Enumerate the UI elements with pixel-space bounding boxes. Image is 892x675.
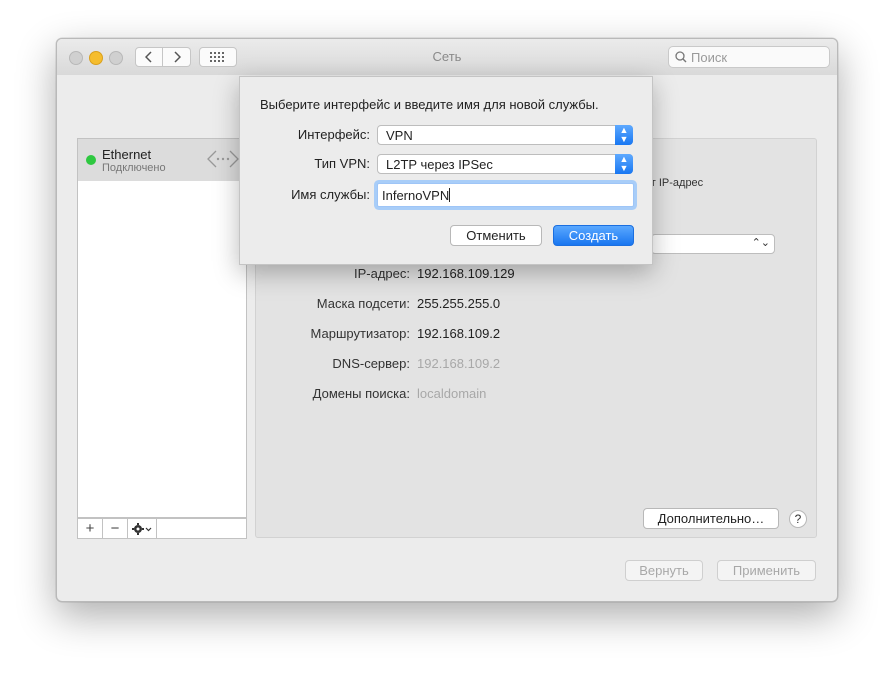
status-dot xyxy=(86,155,96,165)
revert-button[interactable]: Вернуть xyxy=(625,560,703,581)
router-row: Маршрутизатор: 192.168.109.2 xyxy=(256,326,816,344)
interface-label: Интерфейс: xyxy=(297,127,370,142)
search-domains-label: Домены поиска: xyxy=(312,386,410,401)
configure-ipv4-select[interactable]: ⌃⌄ xyxy=(651,234,775,254)
search-domains-row: Домены поиска: localdomain xyxy=(256,386,816,404)
ip-address-value: 192.168.109.129 xyxy=(417,266,515,281)
cancel-button[interactable]: Отменить xyxy=(450,225,542,246)
apply-button[interactable]: Применить xyxy=(717,560,816,581)
new-service-sheet: Выберите интерфейс и введите имя для нов… xyxy=(239,76,653,265)
configuration-hint: ет IP-адрес xyxy=(645,177,704,189)
search-placeholder: Поиск xyxy=(691,49,728,65)
title-bar: Сеть Поиск xyxy=(57,39,837,75)
advanced-button[interactable]: Дополнительно… xyxy=(643,508,779,529)
interface-popup[interactable]: VPN ▲ ▼ xyxy=(377,125,633,145)
service-name-value: InfernoVPN xyxy=(382,188,450,203)
sheet-prompt: Выберите интерфейс и введите имя для нов… xyxy=(260,97,599,112)
search-domains-value: localdomain xyxy=(417,386,487,401)
service-list: Ethernet Подключено xyxy=(77,138,247,518)
service-status: Подключено xyxy=(102,162,166,174)
updown-chevron-icon: ▲ ▼ xyxy=(615,125,633,145)
service-name-field[interactable]: InfernoVPN xyxy=(377,183,634,207)
subnet-mask-row: Маска подсети: 255.255.255.0 xyxy=(256,296,816,314)
service-list-toolbar: + − xyxy=(77,518,247,539)
updown-chevron-icon: ▲ ▼ xyxy=(615,154,633,174)
add-service-button[interactable]: + xyxy=(78,519,103,538)
help-button[interactable]: ? xyxy=(789,510,807,528)
service-item-ethernet[interactable]: Ethernet Подключено xyxy=(78,139,246,181)
updown-chevron-icon: ⌃⌄ xyxy=(751,237,770,249)
remove-service-button[interactable]: − xyxy=(103,519,128,538)
subnet-mask-value: 255.255.255.0 xyxy=(417,296,501,311)
dns-server-row: DNS-сервер: 192.168.109.2 xyxy=(256,356,816,374)
search-icon xyxy=(675,51,687,63)
dns-server-value: 192.168.109.2 xyxy=(417,356,501,371)
search-field[interactable]: Поиск xyxy=(668,46,830,68)
text-caret xyxy=(449,188,451,202)
vpn-type-value: L2TP через IPSec xyxy=(386,157,493,172)
subnet-mask-label: Маска подсети: xyxy=(316,296,410,311)
interface-value: VPN xyxy=(386,128,413,143)
service-name-label: Имя службы: xyxy=(291,187,370,202)
dns-server-label: DNS-сервер: xyxy=(332,356,410,371)
router-value: 192.168.109.2 xyxy=(417,326,501,341)
ip-address-label: IP-адрес: xyxy=(354,266,410,281)
gear-icon xyxy=(132,522,152,535)
vpn-type-label: Тип VPN: xyxy=(314,156,370,171)
service-name-input-text: InfernoVPN xyxy=(382,188,451,203)
service-name: Ethernet xyxy=(102,147,152,162)
ethernet-arrows-icon xyxy=(207,150,239,168)
router-label: Маршрутизатор: xyxy=(310,326,410,341)
ip-address-row: IP-адрес: 192.168.109.129 xyxy=(256,266,816,284)
vpn-type-popup[interactable]: L2TP через IPSec ▲ ▼ xyxy=(377,154,633,174)
create-button[interactable]: Создать xyxy=(553,225,634,246)
action-menu-button[interactable] xyxy=(128,519,157,538)
